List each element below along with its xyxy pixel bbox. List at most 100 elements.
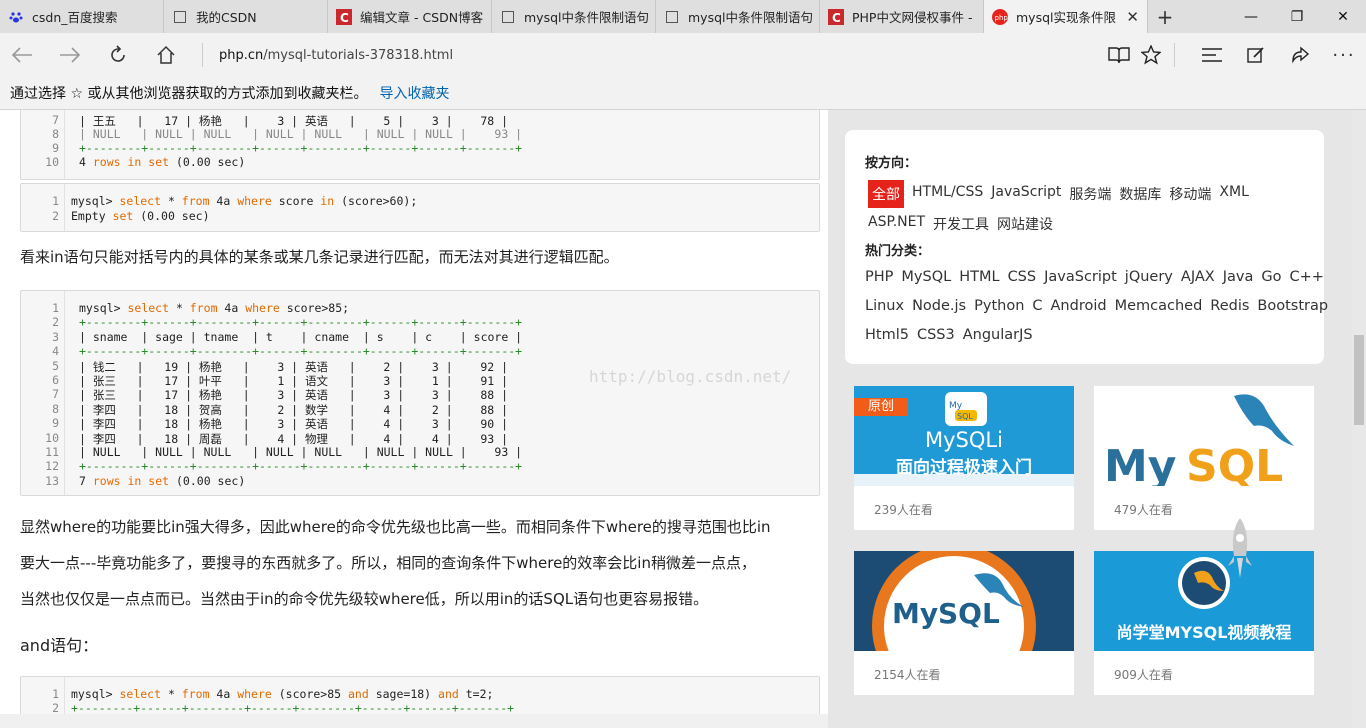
direction-item[interactable]: 服务端: [1069, 180, 1111, 208]
web-note-icon[interactable]: [1234, 33, 1278, 77]
code-line: +--------+------+--------+------+-------…: [71, 701, 515, 715]
tab-label: 编辑文章 - CSDN博客: [360, 10, 484, 25]
svg-text:SQL: SQL: [938, 597, 1000, 630]
hot-category-item[interactable]: C++: [1289, 269, 1323, 285]
paragraph: 看来in语句只能对括号内的具体的某条或某几条记录进行匹配，而无法对其进行逻辑匹配…: [20, 248, 619, 266]
line-number: 11: [45, 445, 59, 459]
line-number: 9: [52, 141, 59, 155]
hot-category-item[interactable]: AngularJS: [963, 327, 1033, 343]
svg-text:C: C: [832, 11, 841, 25]
mysql-logo-icon: My SQL: [945, 392, 987, 426]
hot-category-item[interactable]: CSS3: [917, 327, 955, 343]
tab-1[interactable]: 我的CSDN: [164, 0, 328, 33]
paragraph-line: 当然也仅仅是一点点而已。当然由于in的命令优先级较where低，所以用in的话S…: [20, 590, 709, 608]
code-line: Empty set (0.00 sec): [71, 209, 210, 223]
hot-category-item[interactable]: Memcached: [1115, 298, 1203, 314]
course-card-mysql[interactable]: My SQL 479人在看: [1094, 386, 1314, 530]
direction-item[interactable]: 数据库: [1119, 180, 1161, 208]
svg-text:php: php: [995, 14, 1009, 22]
restore-icon[interactable]: ❐: [1274, 0, 1320, 33]
direction-item[interactable]: 移动端: [1169, 180, 1211, 208]
hot-category-item[interactable]: Java: [1223, 269, 1254, 285]
direction-row: 全部 HTML/CSS JavaScript 服务端 数据库 移动端 XML: [864, 180, 1253, 208]
url-path: /mysql-tutorials-378318.html: [263, 47, 454, 63]
tab-label: mysql实现条件限: [1016, 10, 1116, 25]
code-line: mysql> select * from 4a where (score>85 …: [71, 687, 494, 701]
horizontal-scrollbar[interactable]: [0, 714, 828, 728]
line-number: 3: [52, 329, 59, 344]
hot-category-item[interactable]: C: [1032, 298, 1042, 314]
code-line: mysql> select * from 4a where score>85;: [79, 301, 350, 315]
tab-strip: csdn_百度搜索 我的CSDN C 编辑文章 - CSDN博客 mysql中条…: [0, 0, 1366, 33]
hot-category-item[interactable]: Redis: [1210, 298, 1249, 314]
favorite-star-icon[interactable]: [1129, 33, 1173, 77]
direction-item[interactable]: ASP.NET: [868, 214, 925, 234]
close-tab-icon[interactable]: ✕: [1116, 8, 1139, 26]
hot-category-item[interactable]: Android: [1051, 298, 1107, 314]
svg-text:My: My: [892, 597, 938, 630]
hot-category-item[interactable]: Python: [974, 298, 1024, 314]
direction-row-2: ASP.NET 开发工具 网站建设: [864, 214, 1057, 234]
hot-category-item[interactable]: Bootstrap: [1257, 298, 1328, 314]
direction-item[interactable]: 开发工具: [933, 214, 989, 234]
scrollbar-thumb[interactable]: [1354, 335, 1364, 425]
address-bar[interactable]: php.cn/mysql-tutorials-378318.html: [219, 33, 453, 77]
back-to-top-rocket-icon[interactable]: [1228, 518, 1252, 580]
course-title: MySQLi: [925, 428, 1003, 452]
code-line: +--------+------+--------+------+-------…: [79, 344, 523, 359]
hot-category-item[interactable]: CSS: [1008, 269, 1037, 285]
line-number: 4: [52, 344, 59, 359]
hot-category-item[interactable]: jQuery: [1125, 269, 1173, 285]
back-button[interactable]: [0, 33, 44, 77]
tab-5[interactable]: C PHP中文网侵权事件 -: [820, 0, 984, 33]
mysql-circle-logo-icon: My SQL: [872, 551, 1036, 651]
home-button[interactable]: [144, 33, 188, 77]
hot-category-item[interactable]: AJAX: [1181, 269, 1215, 285]
import-favorites-link[interactable]: 导入收藏夹: [379, 83, 449, 103]
hot-category-item[interactable]: PHP: [865, 269, 893, 285]
share-icon[interactable]: [1278, 33, 1322, 77]
line-number: 7: [52, 113, 59, 127]
course-card-shangxuetang[interactable]: 尚学堂MYSQL视频教程 909人在看: [1094, 551, 1314, 695]
direction-item[interactable]: JavaScript: [991, 180, 1061, 208]
svg-text:SQL: SQL: [957, 412, 973, 421]
refresh-button[interactable]: [96, 33, 140, 77]
tab-3[interactable]: mysql中条件限制语句: [492, 0, 656, 33]
course-card-mysql-2[interactable]: My SQL 2154人在看: [854, 551, 1074, 695]
more-menu-icon[interactable]: ···: [1322, 33, 1366, 77]
course-card-mysqli[interactable]: 原创 My SQL MySQLi 面向过程极速入门 239人在看: [854, 386, 1074, 530]
tab-label: mysql中条件限制语句: [688, 10, 813, 25]
direction-item[interactable]: 网站建设: [997, 214, 1053, 234]
php-icon: php: [992, 8, 1009, 25]
direction-item[interactable]: HTML/CSS: [912, 180, 983, 208]
tab-2[interactable]: C 编辑文章 - CSDN博客: [328, 0, 492, 33]
hot-row-2: Linux Node.js Python C Android Memcached Redis…: [861, 298, 1332, 314]
baidu-paw-icon: [8, 9, 24, 25]
tab-4[interactable]: mysql中条件限制语句: [656, 0, 820, 33]
direction-item[interactable]: XML: [1219, 180, 1248, 208]
tab-6-active[interactable]: php mysql实现条件限 ✕: [984, 0, 1148, 33]
hot-category-item[interactable]: Html5: [865, 327, 909, 343]
hot-category-item[interactable]: HTML: [959, 269, 999, 285]
code-line: 4 rows in set (0.00 sec): [79, 155, 246, 169]
direction-item-all[interactable]: 全部: [868, 180, 904, 208]
section-heading: and语句：: [20, 636, 99, 655]
course-thumbnail: My SQL: [1094, 386, 1314, 486]
line-number: 8: [52, 401, 59, 416]
hot-category-item[interactable]: JavaScript: [1044, 269, 1117, 285]
hot-category-item[interactable]: Node.js: [912, 298, 966, 314]
favorites-hint: 通过选择 ☆ 或从其他浏览器获取的方式添加到收藏夹栏。: [10, 86, 368, 102]
minimize-icon[interactable]: —: [1228, 0, 1274, 33]
hot-category-item[interactable]: Linux: [865, 298, 904, 314]
hot-category-item[interactable]: Go: [1261, 269, 1281, 285]
hub-icon[interactable]: [1190, 33, 1234, 77]
hot-title: 热门分类：: [865, 244, 931, 259]
close-window-icon[interactable]: ✕: [1320, 0, 1366, 33]
vertical-scrollbar[interactable]: [1352, 110, 1366, 728]
forward-button[interactable]: [48, 33, 92, 77]
tab-0[interactable]: csdn_百度搜索: [0, 0, 164, 33]
page-icon: [500, 9, 516, 25]
new-tab-button[interactable]: +: [1148, 0, 1182, 33]
hot-category-item[interactable]: MySQL: [901, 269, 951, 285]
line-number: 2: [52, 209, 59, 223]
